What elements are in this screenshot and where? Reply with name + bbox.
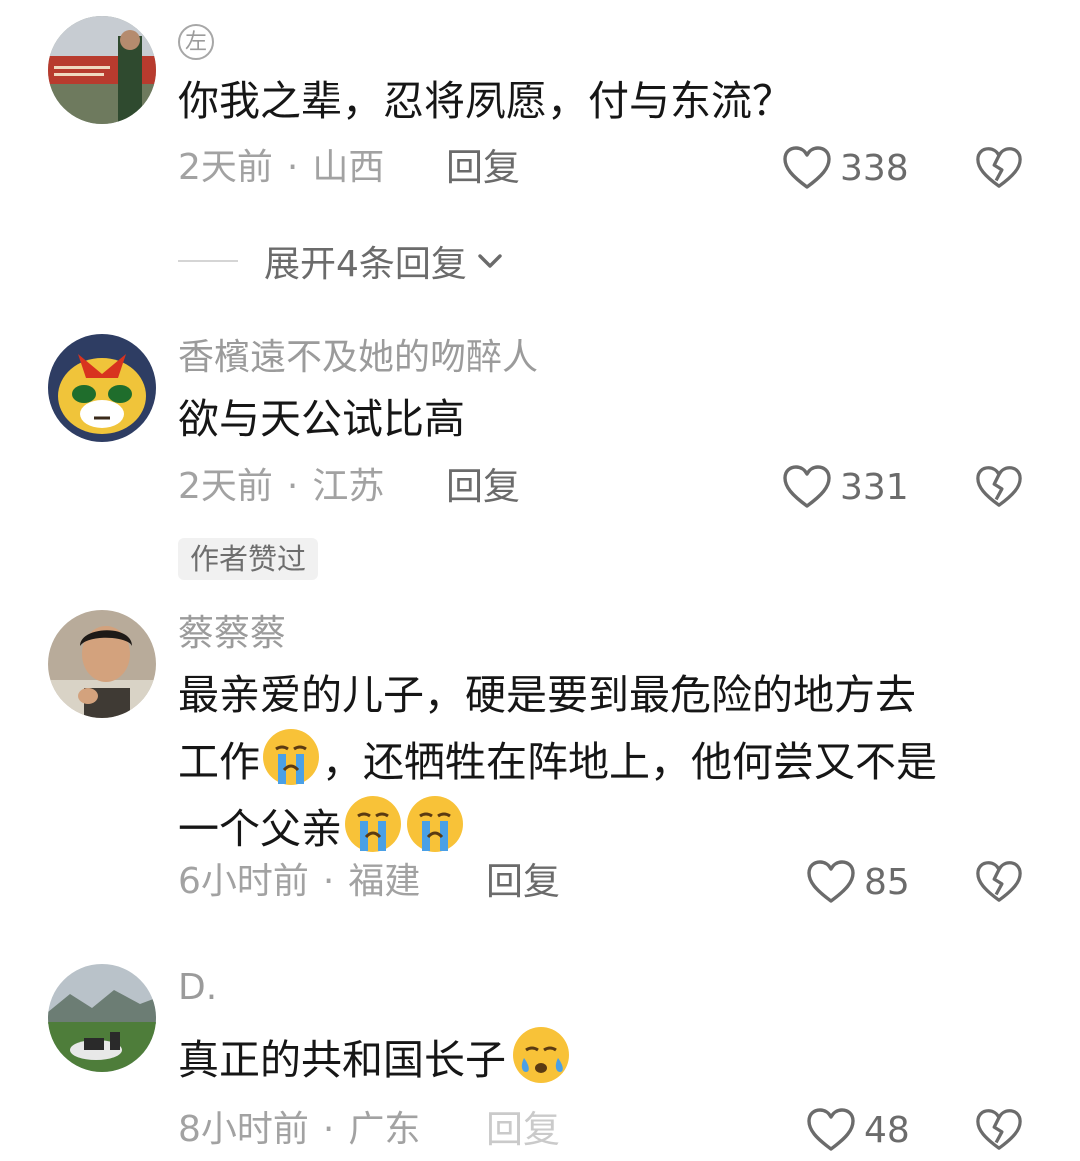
broken-heart-icon [976,466,1022,507]
heart-outline-icon [783,465,831,508]
username[interactable]: D. [178,966,217,1010]
comment-location: 福建 [348,861,421,902]
like-count: 338 [840,147,909,189]
reply-button[interactable]: 回复 [446,146,520,190]
comment-time: 2天前 [178,147,273,188]
avatar[interactable] [48,334,156,442]
like-button[interactable]: 85 [806,857,910,907]
like-count: 48 [864,1109,910,1151]
reply-button[interactable]: 回复 [446,465,520,509]
broken-heart-icon [976,147,1022,188]
comment-text-line: 工作 ，还牺牲在阵地上，他何尝又不是 [178,726,1038,793]
comment-text-line: 最亲爱的儿子，硬是要到最危险的地方去 [178,671,916,719]
user-badge: 左 [178,24,214,60]
comment-text-segment: 真正的共和国长子 [178,1036,506,1084]
reply-button[interactable]: 回复 [486,1108,560,1152]
expand-replies-button[interactable]: 展开4条回复 [178,238,507,285]
heart-outline-icon [783,146,831,189]
broken-heart-icon [976,861,1022,902]
like-button[interactable]: 331 [782,462,909,512]
divider-line [178,260,238,262]
dislike-button[interactable] [975,859,1023,907]
author-liked-tag: 作者赞过 [178,538,319,580]
heart-outline-icon [807,860,855,903]
loudly-crying-face-emoji [345,796,401,852]
heart-outline-icon [807,1108,855,1151]
username[interactable]: 香檳遠不及她的吻醉人 [178,336,538,380]
username[interactable]: 左 [178,16,214,60]
comment-text-segment: 工作 [178,738,260,786]
sad-tear-face-emoji [513,1027,569,1083]
comment-time: 2天前 [178,466,273,507]
meta-separator: · [286,466,299,507]
comment-location: 江苏 [312,466,385,507]
comment-location: 山西 [312,147,385,188]
loudly-crying-face-emoji [263,729,319,785]
loudly-crying-face-emoji [407,796,463,852]
comment-text-line: 一个父亲 [178,793,1038,860]
broken-heart-icon [976,1109,1022,1150]
avatar[interactable] [48,16,156,124]
dislike-button[interactable] [975,145,1023,193]
comment-text: 最亲爱的儿子，硬是要到最危险的地方去 工作 ，还牺牲在阵地上，他何尝又不是 一个… [178,664,1038,860]
comment-location: 广东 [348,1109,421,1150]
comment-meta: 6小时前 · 福建 [178,860,420,904]
comment-meta: 8小时前 · 广东 [178,1108,420,1152]
comment-time: 6小时前 [178,861,309,902]
username[interactable]: 蔡蔡蔡 [178,612,286,656]
like-count: 85 [864,861,910,903]
meta-separator: · [322,1109,335,1150]
like-button[interactable]: 338 [782,143,909,193]
expand-replies-label: 展开4条回复 [264,244,467,285]
comment-text: 你我之辈，忍将夙愿，付与东流？ [178,77,793,125]
comment-text: 真正的共和国长子 [178,1024,1038,1091]
meta-separator: · [322,861,335,902]
comment-time: 8小时前 [178,1109,309,1150]
comment-meta: 2天前 · 江苏 [178,465,384,509]
dislike-button[interactable] [975,1107,1023,1155]
meta-separator: · [286,147,299,188]
like-button[interactable]: 48 [806,1105,910,1155]
like-count: 331 [840,466,909,508]
comment-text-segment: ，还牺牲在阵地上，他何尝又不是 [322,738,937,786]
avatar[interactable] [48,610,156,718]
avatar[interactable] [48,964,156,1072]
chevron-down-icon [478,254,502,268]
dislike-button[interactable] [975,464,1023,512]
comment-text-segment: 一个父亲 [178,805,342,853]
comment-meta: 2天前 · 山西 [178,146,384,190]
reply-button[interactable]: 回复 [486,860,560,904]
comment-text: 欲与天公试比高 [178,395,465,443]
